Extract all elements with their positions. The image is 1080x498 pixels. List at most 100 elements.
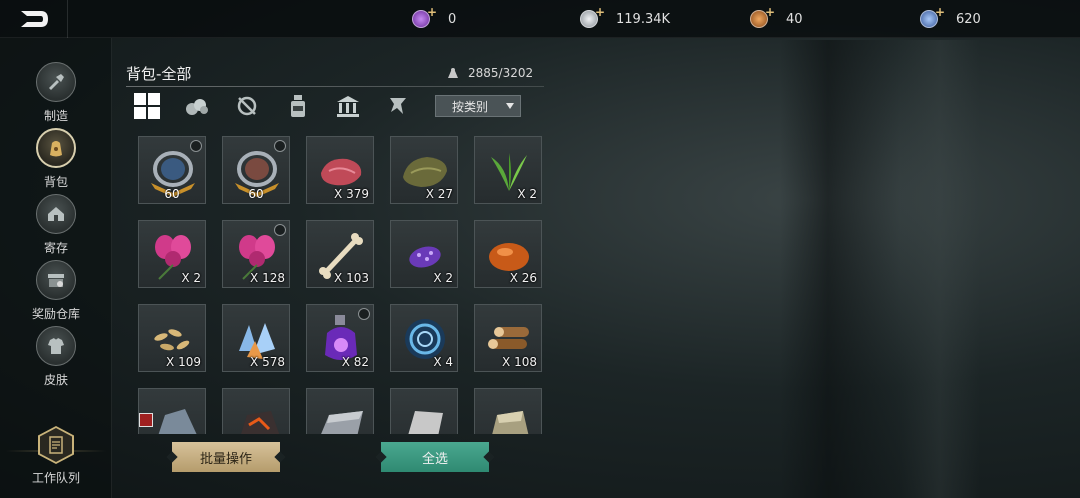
back-button[interactable] bbox=[0, 0, 68, 38]
purple-gem-icon: + bbox=[412, 5, 437, 28]
currency-value: 40 bbox=[786, 11, 803, 27]
batch-operation-button[interactable]: 批量操作 bbox=[166, 442, 286, 472]
storage-house-icon bbox=[36, 194, 76, 234]
lava-ore-icon bbox=[241, 411, 280, 434]
item-slot-pink-orchid-2[interactable]: X 128 bbox=[222, 220, 290, 288]
button-notch bbox=[375, 451, 387, 463]
currency-blue-crystal[interactable]: + 620 bbox=[920, 5, 981, 30]
tab-consumables[interactable] bbox=[283, 92, 313, 120]
misc-icon bbox=[390, 98, 406, 114]
plus-icon: + bbox=[426, 5, 437, 19]
tab-equipment[interactable] bbox=[232, 92, 262, 120]
back-arrow-icon bbox=[20, 11, 48, 27]
plus-icon: + bbox=[764, 5, 775, 19]
batch-button-label: 批量操作 bbox=[199, 451, 252, 467]
work-queue-button[interactable]: 工作队列 bbox=[0, 426, 112, 486]
item-quantity: X 2 bbox=[433, 271, 453, 285]
item-quantity: X 379 bbox=[334, 187, 369, 201]
item-quantity: X 2 bbox=[181, 271, 201, 285]
currency-copper-coin[interactable]: + 40 bbox=[750, 5, 803, 30]
sidebar-item-reward-warehouse[interactable]: 奖励仓库 bbox=[0, 260, 112, 326]
item-slot-pink-orchid[interactable]: X 2 bbox=[138, 220, 206, 288]
item-slot-grain-seeds[interactable]: X 109 bbox=[138, 304, 206, 372]
weight-icon bbox=[448, 68, 458, 78]
link-icon bbox=[358, 308, 370, 320]
tab-buildings[interactable] bbox=[333, 92, 363, 120]
reward-warehouse-icon bbox=[36, 260, 76, 300]
item-quantity: X 2 bbox=[517, 187, 537, 201]
silver-coin-icon: + bbox=[580, 5, 605, 28]
item-slot-blue-vortex-orb[interactable]: X 4 bbox=[390, 304, 458, 372]
item-slot-purple-potion[interactable]: X 82 bbox=[306, 304, 374, 372]
button-notch bbox=[274, 451, 286, 463]
select-all-button[interactable]: 全选 bbox=[375, 442, 495, 472]
item-slot-crystal-shards[interactable]: X 578 bbox=[222, 304, 290, 372]
sidebar-item-label: 奖励仓库 bbox=[31, 307, 80, 321]
sidebar-item-label: 寄存 bbox=[43, 241, 68, 255]
background-tree-shadow bbox=[780, 40, 900, 498]
stone-ore-icon bbox=[158, 409, 197, 434]
capacity-value: 2885/3202 bbox=[468, 66, 534, 80]
materials-icon bbox=[186, 99, 208, 115]
item-slot-stone-ore[interactable] bbox=[138, 388, 206, 434]
link-icon bbox=[274, 140, 286, 152]
sidebar-item-label: 皮肤 bbox=[43, 373, 68, 387]
inventory-grid: 60 60 X 379 X 27 X 2 X 2 X 128 X 103 X 2… bbox=[138, 136, 548, 434]
item-slot-metal-sheet[interactable] bbox=[390, 388, 458, 434]
item-slot-armor-badge-2[interactable]: 60 bbox=[222, 136, 290, 204]
item-slot-amber-resin[interactable]: X 26 bbox=[474, 220, 542, 288]
item-quantity: X 4 bbox=[433, 355, 453, 369]
top-bar: + 0 + 119.34K + 40 + 620 bbox=[0, 0, 1080, 38]
buildings-icon bbox=[337, 96, 359, 117]
capacity-indicator: 2885/3202 bbox=[446, 66, 533, 80]
sidebar-item-crafting[interactable]: 制造 bbox=[0, 62, 112, 128]
copper-coin-icon: + bbox=[750, 5, 775, 28]
item-slot-iron-ingot[interactable] bbox=[306, 388, 374, 434]
consumables-icon bbox=[291, 95, 305, 117]
button-notch bbox=[166, 451, 178, 463]
currency-purple-gem[interactable]: + 0 bbox=[412, 5, 457, 30]
backpack-icon bbox=[36, 128, 76, 168]
item-slot-armor-badge[interactable]: 60 bbox=[138, 136, 206, 204]
item-slot-green-herb[interactable]: X 2 bbox=[474, 136, 542, 204]
link-icon bbox=[274, 224, 286, 236]
sidebar: 制造 背包 寄存 奖励仓库 皮肤 工作队列 bbox=[0, 38, 112, 498]
item-level: 60 bbox=[248, 187, 264, 201]
link-icon bbox=[190, 140, 202, 152]
item-slot-purple-spotted-fruit[interactable]: X 2 bbox=[390, 220, 458, 288]
item-quantity: X 26 bbox=[509, 271, 537, 285]
plus-icon: + bbox=[594, 5, 605, 19]
blue-crystal-icon: + bbox=[920, 5, 945, 28]
item-quantity: X 103 bbox=[334, 271, 369, 285]
item-quantity: X 27 bbox=[425, 187, 453, 201]
chevron-down-icon bbox=[506, 103, 514, 109]
tab-all[interactable] bbox=[132, 92, 162, 120]
item-slot-lava-ore[interactable] bbox=[222, 388, 290, 434]
sidebar-item-backpack[interactable]: 背包 bbox=[0, 128, 112, 194]
sidebar-item-storage[interactable]: 寄存 bbox=[0, 194, 112, 260]
item-slot-bone[interactable]: X 103 bbox=[306, 220, 374, 288]
sort-dropdown[interactable]: 按类别 bbox=[435, 95, 521, 117]
equipment-icon bbox=[237, 96, 257, 116]
currency-value: 119.34K bbox=[616, 11, 671, 27]
item-level: 60 bbox=[164, 187, 180, 201]
plus-icon: + bbox=[934, 5, 945, 19]
sort-label: 按类别 bbox=[452, 99, 489, 114]
sidebar-item-label: 背包 bbox=[43, 175, 68, 189]
select-all-label: 全选 bbox=[421, 451, 448, 467]
item-slot-gold-ingot[interactable] bbox=[474, 388, 542, 434]
sidebar-item-skin[interactable]: 皮肤 bbox=[0, 326, 112, 392]
background-light-beam bbox=[900, 40, 980, 498]
page-title: 背包-全部 bbox=[126, 65, 192, 83]
item-slot-raw-meat[interactable]: X 379 bbox=[306, 136, 374, 204]
work-queue-label: 工作队列 bbox=[31, 471, 80, 485]
tab-materials[interactable] bbox=[182, 92, 212, 120]
crafting-icon bbox=[36, 62, 76, 102]
currency-silver-coin[interactable]: + 119.34K bbox=[580, 5, 671, 30]
work-queue-icon bbox=[38, 426, 74, 464]
item-quantity: X 128 bbox=[250, 271, 285, 285]
item-slot-animal-hide[interactable]: X 27 bbox=[390, 136, 458, 204]
item-slot-wood-logs[interactable]: X 108 bbox=[474, 304, 542, 372]
currency-value: 0 bbox=[448, 11, 457, 27]
tab-misc[interactable] bbox=[383, 92, 413, 120]
